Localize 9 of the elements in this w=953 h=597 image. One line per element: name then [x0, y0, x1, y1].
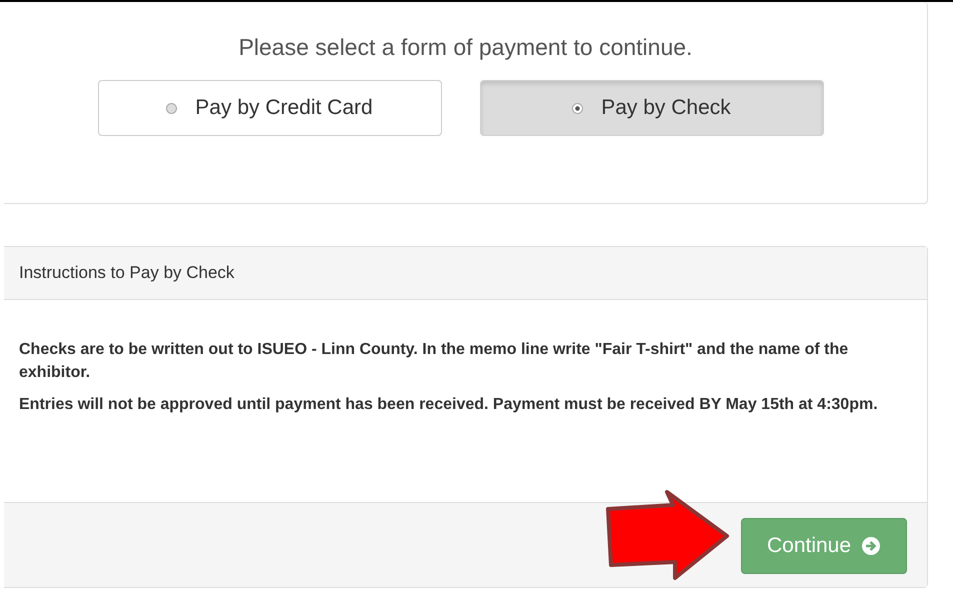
arrow-circle-icon — [861, 536, 882, 556]
instruction-text: Entries will not be approved until payment has been received. Payment must be received BY May 15th at 4:30pm. — [19, 395, 879, 415]
instructions-title: Instructions to Pay by Check — [19, 263, 234, 283]
payment-option[interactable]: Pay by Check — [480, 80, 824, 136]
payment-option[interactable]: Pay by Credit Card — [98, 80, 442, 136]
radio-icon — [166, 102, 178, 114]
radio-icon — [572, 102, 584, 114]
instruction-text: Checks are to be written out to ISUEO - Linn County. In the memo line write "Fair T-shirt" and the name of the exhibitor. — [19, 340, 850, 383]
payment-prompt: Please select a form of payment to continue. — [238, 34, 692, 61]
